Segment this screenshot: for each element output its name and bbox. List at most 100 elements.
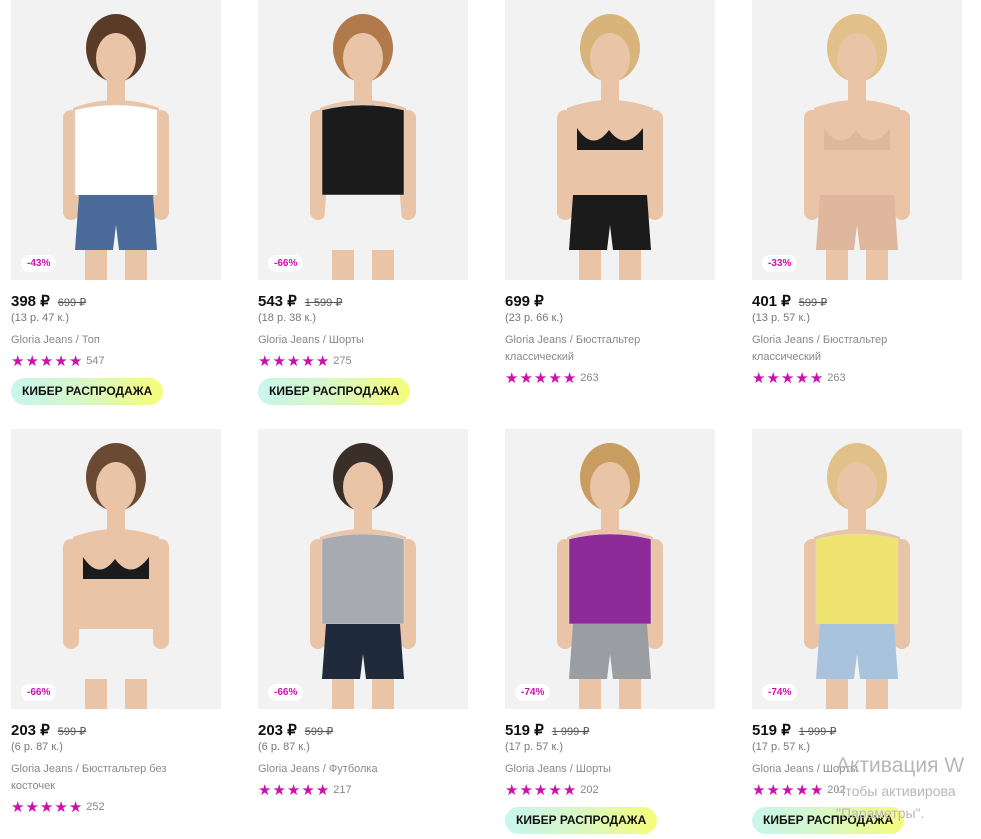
price-row: 203 ₽ 599 ₽ [258, 721, 468, 739]
product-photo-illustration [557, 14, 663, 280]
rating: ★ ★ ★ ★ ★ 252 [11, 798, 221, 816]
review-count[interactable]: 263 [827, 372, 845, 384]
old-price: 599 ₽ [304, 726, 334, 738]
product-photo-illustration [804, 14, 910, 280]
product-photo[interactable]: -74% [752, 429, 962, 709]
star-icon: ★ [39, 352, 54, 370]
product-card[interactable]: 699 ₽ (23 р. 66 к.) Gloria Jeans / Бюстгал… [505, 0, 715, 429]
star-icon: ★ [548, 369, 562, 387]
promo-badge[interactable]: КИБЕР РАСПРОДАЖА [505, 807, 658, 834]
product-photo[interactable]: -74% [505, 429, 715, 709]
product-card[interactable]: -43% 398 ₽ 699 ₽ (13 р. 47 к.) Gloria Jeans … [11, 0, 221, 429]
product-photo[interactable]: -66% [258, 0, 468, 280]
rating-stars: ★ ★ ★ ★ ★ [258, 354, 329, 369]
product-card[interactable]: -74% 519 ₽ 1 999 ₽ (17 р. 57 к.) Gloria Jean… [505, 429, 715, 839]
review-count[interactable]: 202 [580, 784, 598, 796]
product-name[interactable]: Gloria Jeans / Шорты [258, 332, 448, 349]
review-count[interactable]: 217 [333, 784, 351, 796]
star-icon: ★ [809, 781, 824, 799]
discount-badge: -66% [268, 684, 304, 701]
rating-stars: ★ ★ ★ ★ ★ [11, 800, 82, 815]
review-count[interactable]: 275 [333, 355, 351, 367]
current-price: 699 ₽ [505, 293, 544, 310]
current-price: 203 ₽ [258, 722, 297, 739]
product-photo-illustration [310, 14, 416, 280]
star-icon: ★ [795, 369, 809, 387]
product-name[interactable]: Gloria Jeans / Бюстгальтер без косточек [11, 761, 201, 795]
product-name[interactable]: Gloria Jeans / Шорты [752, 761, 942, 778]
product-card[interactable]: -33% 401 ₽ 599 ₽ (13 р. 57 к.) Gloria Jeans … [752, 0, 962, 429]
star-icon: ★ [533, 781, 548, 799]
product-card[interactable]: -66% 203 ₽ 599 ₽ (6 р. 87 к.) Gloria Jeans /… [11, 429, 221, 839]
product-name[interactable]: Gloria Jeans / Бюстгальтер классический [752, 332, 942, 366]
product-photo[interactable]: -33% [752, 0, 962, 280]
installment-price: (13 р. 47 к.) [11, 312, 70, 324]
star-icon: ★ [11, 352, 25, 370]
product-name[interactable]: Gloria Jeans / Бюстгальтер классический [505, 332, 695, 366]
installment-price: (6 р. 87 к.) [11, 741, 63, 753]
promo-badge[interactable]: КИБЕР РАСПРОДАЖА [258, 378, 411, 405]
review-count[interactable]: 252 [86, 801, 104, 813]
old-price: 599 ₽ [57, 726, 87, 738]
product-photo[interactable]: -66% [258, 429, 468, 709]
rating-stars: ★ ★ ★ ★ ★ [505, 783, 576, 798]
product-card[interactable]: -66% 203 ₽ 599 ₽ (6 р. 87 к.) Gloria Jeans /… [258, 429, 468, 839]
star-icon: ★ [54, 798, 68, 816]
star-icon: ★ [519, 369, 533, 387]
product-grid: -43% 398 ₽ 699 ₽ (13 р. 47 к.) Gloria Jeans … [11, 0, 962, 839]
old-price: 699 ₽ [57, 297, 87, 309]
star-icon: ★ [301, 352, 315, 370]
star-icon: ★ [562, 781, 577, 799]
old-price: 599 ₽ [798, 297, 828, 309]
star-icon: ★ [68, 352, 83, 370]
review-count[interactable]: 547 [86, 355, 104, 367]
star-icon: ★ [752, 369, 766, 387]
product-name[interactable]: Gloria Jeans / Шорты [505, 761, 695, 778]
product-card[interactable]: -74% 519 ₽ 1 999 ₽ (17 р. 57 к.) Gloria Jean… [752, 429, 962, 839]
old-price: 1 999 ₽ [551, 726, 590, 738]
rating: ★ ★ ★ ★ ★ 202 [752, 781, 962, 799]
price-row: 519 ₽ 1 999 ₽ [752, 721, 962, 739]
current-price: 203 ₽ [11, 722, 50, 739]
rating-stars: ★ ★ ★ ★ ★ [752, 371, 823, 386]
installment-price: (13 р. 57 к.) [752, 312, 811, 324]
star-icon: ★ [301, 781, 315, 799]
product-photo[interactable]: -66% [11, 429, 221, 709]
star-icon: ★ [562, 369, 577, 387]
star-icon: ★ [258, 781, 272, 799]
star-icon: ★ [315, 781, 330, 799]
rating-stars: ★ ★ ★ ★ ★ [505, 371, 576, 386]
discount-badge: -66% [268, 255, 304, 272]
star-icon: ★ [272, 781, 286, 799]
star-icon: ★ [315, 352, 330, 370]
product-photo-illustration [63, 443, 169, 709]
star-icon: ★ [795, 781, 809, 799]
product-name[interactable]: Gloria Jeans / Топ [11, 332, 201, 349]
product-name[interactable]: Gloria Jeans / Футболка [258, 761, 448, 778]
rating: ★ ★ ★ ★ ★ 547 [11, 352, 221, 370]
promo-badge[interactable]: КИБЕР РАСПРОДАЖА [11, 378, 164, 405]
installment-price: (23 р. 66 к.) [505, 312, 564, 324]
discount-badge: -74% [762, 684, 798, 701]
promo-badge[interactable]: КИБЕР РАСПРОДАЖА [752, 807, 905, 834]
product-photo[interactable]: -43% [11, 0, 221, 280]
current-price: 543 ₽ [258, 293, 297, 310]
star-icon: ★ [809, 369, 824, 387]
star-icon: ★ [780, 369, 795, 387]
discount-badge: -74% [515, 684, 551, 701]
product-photo-illustration [804, 443, 910, 709]
product-card[interactable]: -66% 543 ₽ 1 599 ₽ (18 р. 38 к.) Gloria Jean… [258, 0, 468, 429]
installment-price: (6 р. 87 к.) [258, 741, 310, 753]
discount-badge: -33% [762, 255, 798, 272]
review-count[interactable]: 263 [580, 372, 598, 384]
rating: ★ ★ ★ ★ ★ 263 [752, 369, 962, 387]
rating: ★ ★ ★ ★ ★ 275 [258, 352, 468, 370]
star-icon: ★ [11, 798, 25, 816]
review-count[interactable]: 202 [827, 784, 845, 796]
product-photo[interactable] [505, 0, 715, 280]
price-row: 519 ₽ 1 999 ₽ [505, 721, 715, 739]
star-icon: ★ [286, 781, 301, 799]
current-price: 398 ₽ [11, 293, 50, 310]
star-icon: ★ [505, 781, 519, 799]
rating: ★ ★ ★ ★ ★ 202 [505, 781, 715, 799]
